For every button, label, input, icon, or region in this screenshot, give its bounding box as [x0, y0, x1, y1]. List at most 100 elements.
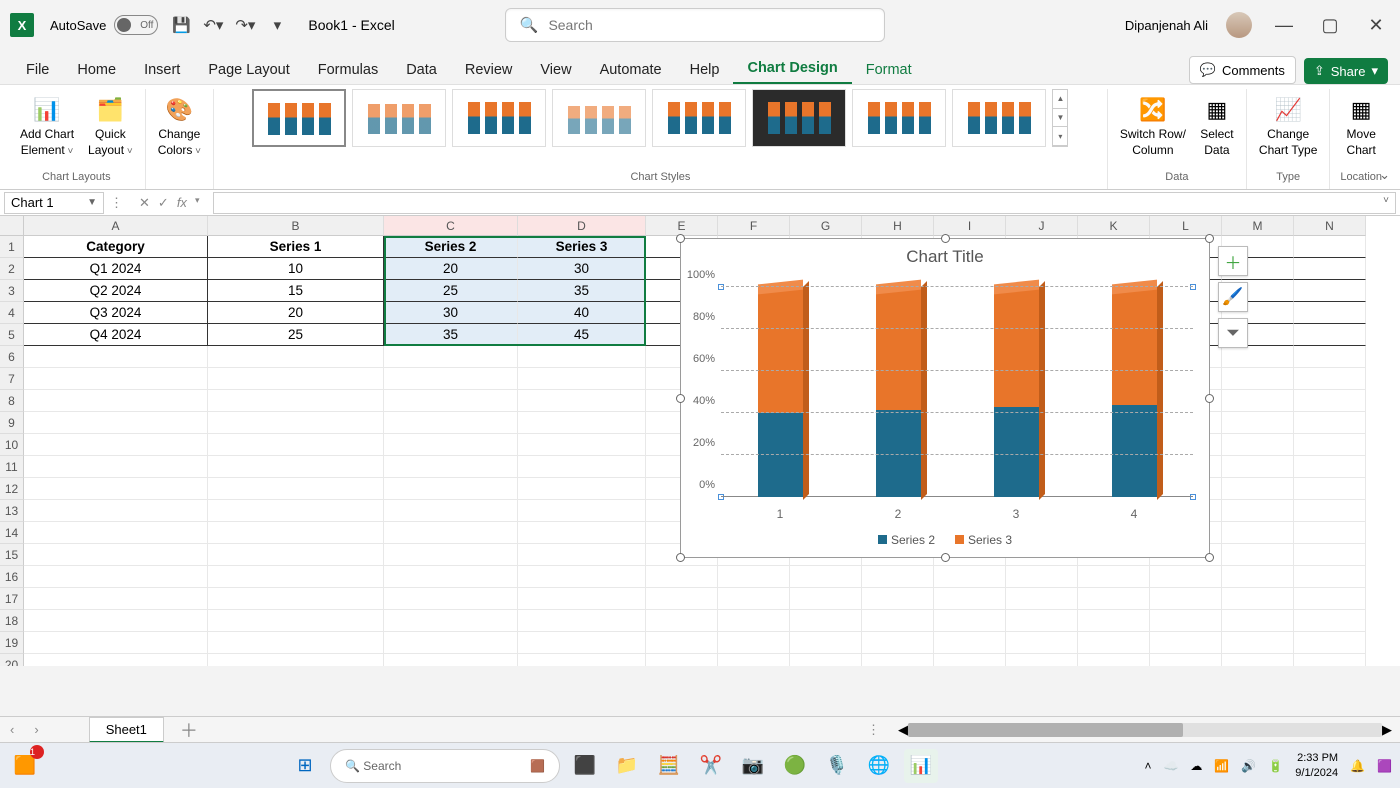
cell-A1[interactable]: Category [24, 236, 208, 258]
task-view-icon[interactable]: ⬛ [568, 749, 602, 783]
copilot-icon[interactable]: 🟧1 [8, 749, 42, 783]
cell-C14[interactable] [384, 522, 518, 544]
cell-K19[interactable] [1078, 632, 1150, 654]
tray-cloud-icon[interactable]: ☁️ [1163, 759, 1178, 773]
tab-chart-design[interactable]: Chart Design [733, 54, 851, 84]
spreadsheet-grid[interactable]: ABCDEFGHIJKLMN 1234567891011121314151617… [0, 216, 1400, 666]
cell-A15[interactable] [24, 544, 208, 566]
cell-A14[interactable] [24, 522, 208, 544]
cell-E18[interactable] [646, 610, 718, 632]
cell-N1[interactable] [1294, 236, 1366, 258]
cell-H19[interactable] [862, 632, 934, 654]
cell-M15[interactable] [1222, 544, 1294, 566]
cell-M12[interactable] [1222, 478, 1294, 500]
cell-G18[interactable] [790, 610, 862, 632]
cell-D20[interactable] [518, 654, 646, 666]
col-header-M[interactable]: M [1222, 216, 1294, 236]
file-explorer-icon[interactable]: 📁 [610, 749, 644, 783]
calculator-icon[interactable]: 🧮 [652, 749, 686, 783]
tab-formulas[interactable]: Formulas [304, 56, 392, 84]
cell-N8[interactable] [1294, 390, 1366, 412]
cell-C16[interactable] [384, 566, 518, 588]
cell-C5[interactable]: 35 [384, 324, 518, 346]
row-header-8[interactable]: 8 [0, 390, 24, 412]
switch-row-column-button[interactable]: 🔀Switch Row/ Column [1118, 89, 1188, 162]
cell-F16[interactable] [718, 566, 790, 588]
hscroll-left[interactable]: ◀ [898, 722, 908, 738]
cell-N18[interactable] [1294, 610, 1366, 632]
cell-D9[interactable] [518, 412, 646, 434]
row-header-5[interactable]: 5 [0, 324, 24, 346]
minimize-button[interactable]: — [1270, 15, 1298, 36]
cell-L19[interactable] [1150, 632, 1222, 654]
cell-D14[interactable] [518, 522, 646, 544]
chart-elements-button[interactable]: ＋ [1218, 246, 1248, 276]
cell-B1[interactable]: Series 1 [208, 236, 384, 258]
cell-C15[interactable] [384, 544, 518, 566]
cell-J18[interactable] [1006, 610, 1078, 632]
cell-J19[interactable] [1006, 632, 1078, 654]
add-chart-element-button[interactable]: 📊Add Chart Element [18, 89, 76, 162]
col-header-F[interactable]: F [718, 216, 790, 236]
cell-C13[interactable] [384, 500, 518, 522]
cell-A16[interactable] [24, 566, 208, 588]
row-header-18[interactable]: 18 [0, 610, 24, 632]
cell-C6[interactable] [384, 346, 518, 368]
tray-onedrive-icon[interactable]: ☁ [1190, 759, 1202, 773]
cell-M19[interactable] [1222, 632, 1294, 654]
cell-C4[interactable]: 30 [384, 302, 518, 324]
chart-plot-area[interactable]: 0%20%40%60%80%100% [721, 287, 1193, 497]
legend-item[interactable]: Series 3 [955, 533, 1012, 547]
col-header-N[interactable]: N [1294, 216, 1366, 236]
user-avatar[interactable] [1226, 12, 1252, 38]
cell-B11[interactable] [208, 456, 384, 478]
cell-H20[interactable] [862, 654, 934, 666]
add-sheet-button[interactable]: ＋ [164, 717, 214, 743]
tab-help[interactable]: Help [676, 56, 734, 84]
cell-A7[interactable] [24, 368, 208, 390]
chart-filters-button[interactable]: ⏷ [1218, 318, 1248, 348]
cell-E16[interactable] [646, 566, 718, 588]
cell-M10[interactable] [1222, 434, 1294, 456]
cell-C8[interactable] [384, 390, 518, 412]
change-colors-button[interactable]: 🎨Change Colors [156, 89, 203, 162]
cell-N5[interactable] [1294, 324, 1366, 346]
cell-K16[interactable] [1078, 566, 1150, 588]
cell-D18[interactable] [518, 610, 646, 632]
cell-M18[interactable] [1222, 610, 1294, 632]
col-header-C[interactable]: C [384, 216, 518, 236]
cell-L18[interactable] [1150, 610, 1222, 632]
cell-N4[interactable] [1294, 302, 1366, 324]
cell-A12[interactable] [24, 478, 208, 500]
tab-home[interactable]: Home [63, 56, 130, 84]
chart-legend[interactable]: Series 2Series 3 [681, 533, 1209, 547]
cell-H16[interactable] [862, 566, 934, 588]
chart-style-4[interactable] [552, 89, 646, 147]
cell-N17[interactable] [1294, 588, 1366, 610]
cell-E17[interactable] [646, 588, 718, 610]
cell-A6[interactable] [24, 346, 208, 368]
cell-L20[interactable] [1150, 654, 1222, 666]
cell-A10[interactable] [24, 434, 208, 456]
chart-style-2[interactable] [352, 89, 446, 147]
close-button[interactable]: ✕ [1362, 15, 1390, 36]
name-box[interactable]: Chart 1▼ [4, 192, 104, 214]
chart-bar-3[interactable] [994, 287, 1039, 497]
cell-I19[interactable] [934, 632, 1006, 654]
cell-B3[interactable]: 15 [208, 280, 384, 302]
row-header-13[interactable]: 13 [0, 500, 24, 522]
cell-N10[interactable] [1294, 434, 1366, 456]
cell-B4[interactable]: 20 [208, 302, 384, 324]
cell-D10[interactable] [518, 434, 646, 456]
cell-N16[interactable] [1294, 566, 1366, 588]
col-header-B[interactable]: B [208, 216, 384, 236]
col-header-H[interactable]: H [862, 216, 934, 236]
tab-view[interactable]: View [526, 56, 585, 84]
hscroll-right[interactable]: ▶ [1382, 722, 1392, 738]
cell-M16[interactable] [1222, 566, 1294, 588]
chart-bar-1[interactable] [758, 287, 803, 497]
cell-D1[interactable]: Series 3 [518, 236, 646, 258]
horizontal-scrollbar[interactable] [908, 723, 1382, 737]
tab-automate[interactable]: Automate [586, 56, 676, 84]
cell-N7[interactable] [1294, 368, 1366, 390]
